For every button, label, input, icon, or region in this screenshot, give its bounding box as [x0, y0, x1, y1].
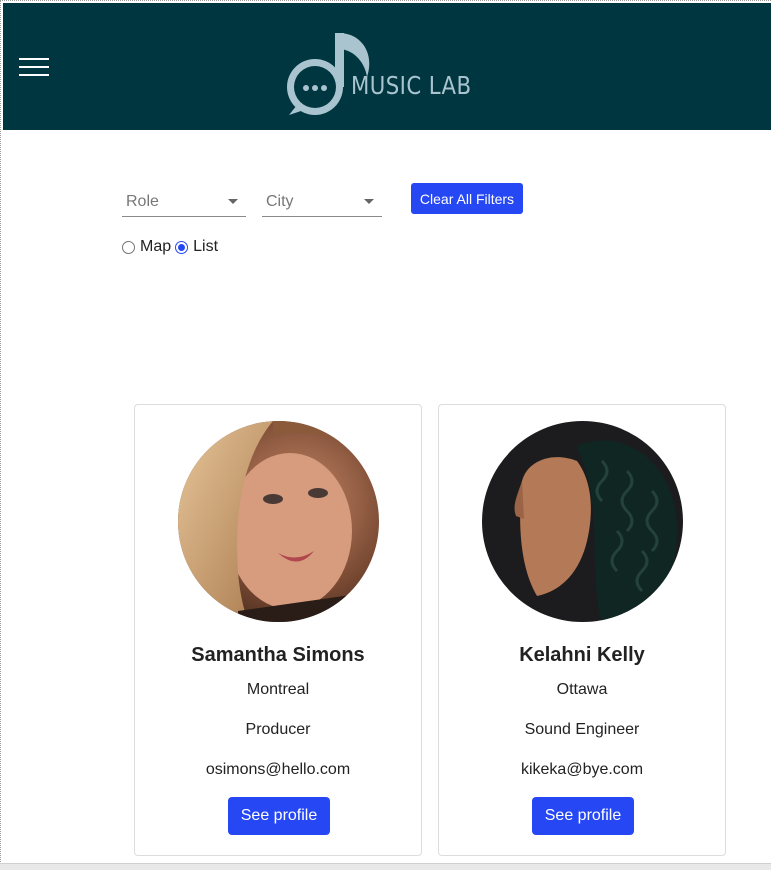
profile-name: Samantha Simons: [191, 644, 365, 666]
avatar: [178, 421, 379, 622]
city-select-label: City: [266, 193, 294, 210]
profile-city: Ottawa: [556, 681, 608, 698]
horizontal-scrollbar[interactable]: [0, 863, 771, 870]
see-profile-button[interactable]: See profile: [532, 797, 634, 835]
see-profile-button[interactable]: See profile: [228, 797, 330, 835]
map-radio-label[interactable]: Map: [140, 238, 171, 256]
role-select-label: Role: [126, 193, 159, 210]
role-select[interactable]: Role: [122, 183, 246, 217]
caret-down-icon: [364, 199, 374, 204]
clear-all-filters-button[interactable]: Clear All Filters: [411, 183, 523, 214]
profile-role: Sound Engineer: [524, 721, 640, 738]
profile-role: Producer: [245, 721, 311, 738]
map-radio[interactable]: [122, 240, 135, 254]
profile-card: Kelahni Kelly Ottawa Sound Engineer kike…: [438, 404, 726, 856]
city-select[interactable]: City: [262, 183, 382, 217]
logo-text: MUSIC LAB: [351, 71, 472, 100]
profile-city: Montreal: [246, 681, 310, 698]
list-radio-label[interactable]: List: [193, 238, 218, 256]
caret-down-icon: [228, 199, 238, 204]
list-radio[interactable]: [175, 240, 189, 254]
profile-card: Samantha Simons Montreal Producer osimon…: [134, 404, 422, 856]
hamburger-menu-icon[interactable]: [19, 58, 49, 78]
profile-email: osimons@hello.com: [205, 761, 351, 778]
music-lab-logo[interactable]: MUSIC LAB: [283, 27, 483, 121]
top-header: MUSIC LAB: [3, 3, 771, 130]
profile-email: kikeka@bye.com: [520, 761, 644, 778]
profile-name: Kelahni Kelly: [519, 644, 645, 666]
avatar: [482, 421, 683, 622]
view-toggle: Map List: [122, 238, 222, 256]
